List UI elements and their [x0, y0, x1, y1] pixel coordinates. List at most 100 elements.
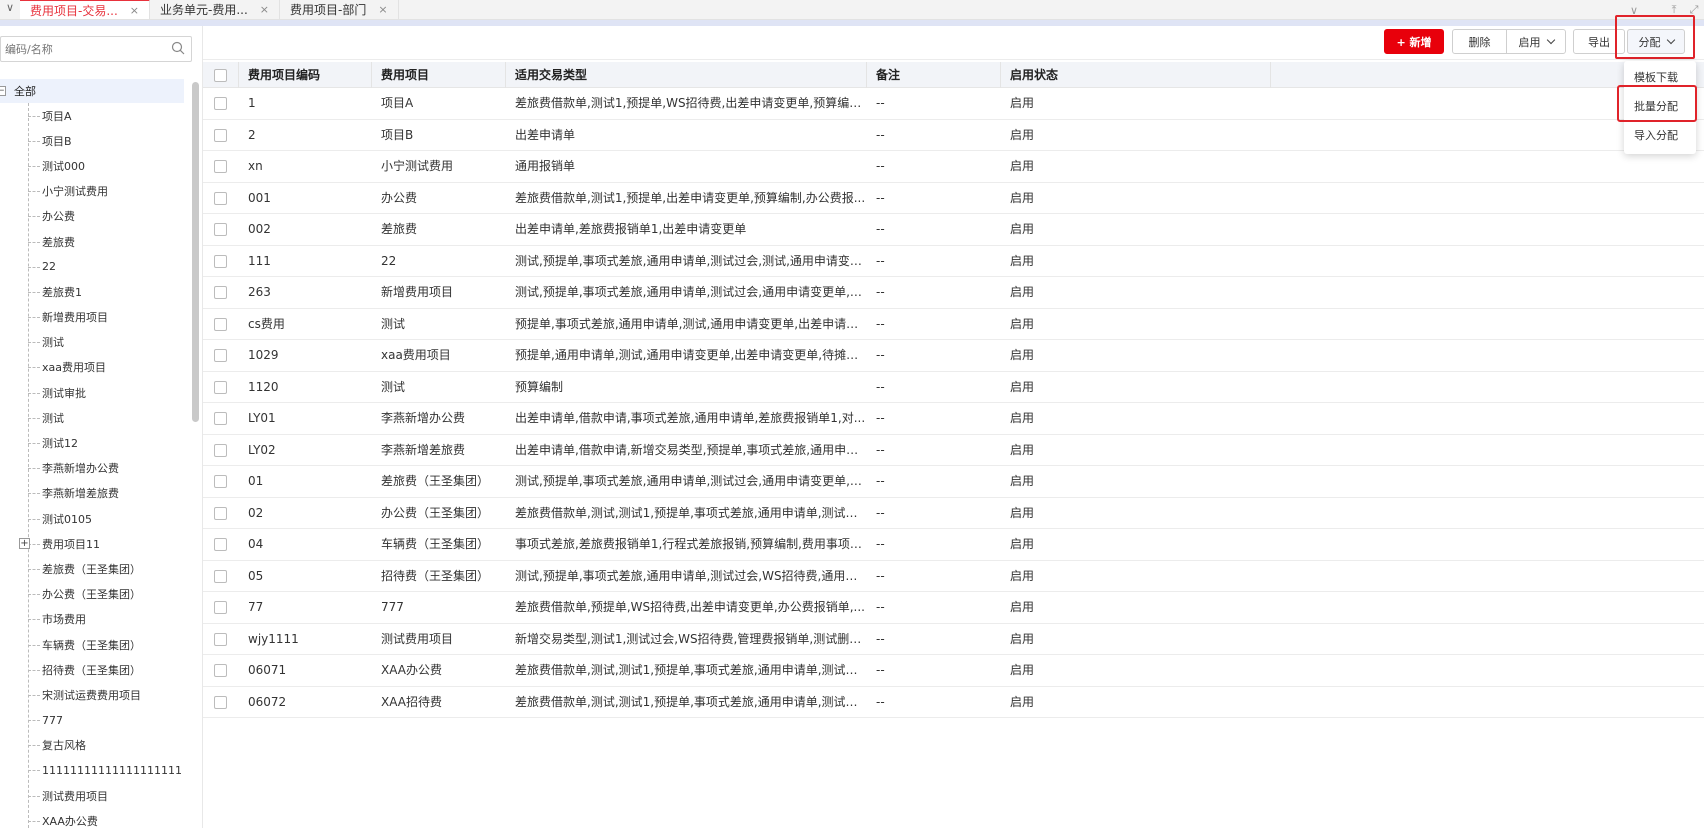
row-checkbox[interactable] — [214, 97, 227, 110]
tree-item[interactable]: 测试 — [0, 405, 184, 430]
tree-item[interactable]: 测试 — [0, 330, 184, 355]
row-checkbox[interactable] — [214, 443, 227, 457]
enable-dropdown-button[interactable]: 启用 — [1506, 29, 1566, 54]
tab-business-unit-expense[interactable]: 业务单元-费用... × — [150, 0, 280, 19]
row-checkbox[interactable] — [214, 380, 227, 394]
tree-item[interactable]: 项目B — [0, 128, 184, 153]
row-checkbox[interactable] — [214, 632, 227, 646]
table-row[interactable]: 1 项目A 差旅费借款单,测试1,预提单,WS招待费,出差申请变更单,预算编制,..… — [203, 88, 1704, 120]
tree-item[interactable]: 差旅费1 — [0, 279, 184, 304]
table-row[interactable]: cs费用 测试 预提单,事项式差旅,通用申请单,测试,通用申请变更单,出差申请变..… — [203, 309, 1704, 340]
row-checkbox[interactable] — [214, 412, 227, 425]
table-row[interactable]: wjy1111 测试费用项目 新增交易类型,测试1,测试过会,WS招待费,管理费报销… — [203, 624, 1704, 655]
row-checkbox[interactable] — [214, 128, 227, 142]
header-code[interactable]: 费用项目编码 — [239, 62, 372, 88]
tree-item[interactable]: 办公费（王圣集团） — [0, 582, 184, 607]
close-icon[interactable]: × — [378, 3, 387, 16]
tree-item[interactable]: 测试000 — [0, 153, 184, 178]
table-row[interactable]: 01 差旅费（王圣集团） 测试,预提单,事项式差旅,通用申请单,测试过会,通用申请变… — [203, 466, 1704, 498]
tree-item[interactable]: 测试0105 — [0, 506, 184, 531]
sidebar-scrollbar[interactable] — [192, 82, 199, 422]
row-checkbox[interactable] — [214, 475, 227, 488]
tree-item[interactable]: + 费用项目11 — [0, 531, 184, 556]
tree-item[interactable]: 李燕新增办公费 — [0, 456, 184, 481]
table-row[interactable]: 001 办公费 差旅费借款单,测试1,预提单,出差申请变更单,预算编制,办公费报..… — [203, 183, 1704, 214]
cell-status: 启用 — [1010, 694, 1035, 709]
tree-item[interactable]: 项目A — [0, 103, 184, 128]
tree-item[interactable]: XAA办公费 — [0, 808, 184, 828]
row-checkbox[interactable] — [214, 317, 227, 331]
tree-item[interactable]: 复古风格 — [0, 733, 184, 758]
table-row[interactable]: xn 小宁测试费用 通用报销单 -- 启用 — [203, 151, 1704, 183]
expand-icon[interactable]: + — [19, 538, 30, 550]
search-icon[interactable] — [171, 41, 185, 55]
select-all-checkbox[interactable] — [214, 69, 227, 82]
table-row[interactable]: 06071 XAA办公费 差旅费借款单,测试,测试1,预提单,事项式差旅,通用申请单… — [203, 655, 1704, 687]
row-checkbox[interactable] — [214, 664, 227, 677]
row-checkbox[interactable] — [214, 191, 227, 205]
row-checkbox[interactable] — [214, 538, 227, 551]
table-row[interactable]: LY02 李燕新增差旅费 出差申请单,借款申请,新增交易类型,预提单,事项式差旅,通… — [203, 435, 1704, 466]
header-item[interactable]: 费用项目 — [372, 62, 506, 88]
tree-item-label: 测试000 — [42, 159, 85, 173]
tree-item[interactable]: 新增费用项目 — [0, 305, 184, 330]
tree-item[interactable]: 小宁测试费用 — [0, 179, 184, 204]
row-select-cell — [203, 435, 239, 466]
table-row[interactable]: LY01 李燕新增办公费 出差申请单,借款申请,事项式差旅,通用申请单,差旅费报销单… — [203, 403, 1704, 435]
tree-item[interactable]: 车辆费（王圣集团） — [0, 632, 184, 657]
header-status[interactable]: 启用状态 — [1001, 62, 1271, 88]
table-row[interactable]: 1029 xaa费用项目 预提单,通用申请单,测试,通用申请变更单,出差申请变更单,… — [203, 340, 1704, 372]
add-button[interactable]: + 新增 — [1384, 29, 1444, 54]
tree-item[interactable]: 办公费 — [0, 204, 184, 229]
table-row[interactable]: 263 新增费用项目 测试,预提单,事项式差旅,通用申请单,测试过会,通用申请变更单… — [203, 277, 1704, 309]
row-checkbox[interactable] — [214, 160, 227, 173]
tree-item[interactable]: 11111111111111111111 — [0, 758, 184, 783]
collapse-icon[interactable]: − — [0, 86, 6, 96]
tree-item[interactable]: 22 — [0, 254, 184, 279]
tree-item[interactable]: 777 — [0, 708, 184, 733]
table-row[interactable]: 77 777 差旅费借款单,预提单,WS招待费,出差申请变更单,办公费报销单,...… — [203, 592, 1704, 624]
row-checkbox[interactable] — [214, 286, 227, 299]
tab-scroll-left-icon[interactable]: ∨ — [0, 0, 20, 19]
row-checkbox[interactable] — [214, 254, 227, 268]
menu-item-import-assign[interactable]: 导入分配 — [1624, 121, 1696, 150]
close-icon[interactable]: × — [130, 4, 139, 17]
tree-item[interactable]: 测试费用项目 — [0, 783, 184, 808]
table-row[interactable]: 02 办公费（王圣集团） 差旅费借款单,测试,测试1,预提单,事项式差旅,通用申请单… — [203, 498, 1704, 529]
tab-expense-item-department[interactable]: 费用项目-部门 × — [280, 0, 399, 19]
header-transaction-types[interactable]: 适用交易类型 — [506, 62, 867, 88]
tab-expense-item-transaction[interactable]: 费用项目-交易... × — [20, 0, 150, 19]
tree-item[interactable]: xaa费用项目 — [0, 355, 184, 380]
tree-item[interactable]: 招待费（王圣集团） — [0, 657, 184, 682]
search-input[interactable] — [1, 37, 161, 61]
table-row[interactable]: 05 招待费（王圣集团） 测试,预提单,事项式差旅,通用申请单,测试过会,WS招待费… — [203, 561, 1704, 592]
tree-item[interactable]: 测试12 — [0, 430, 184, 455]
row-checkbox[interactable] — [214, 695, 227, 709]
tree-item[interactable]: 宋测试运费费用项目 — [0, 682, 184, 707]
row-select-cell — [203, 561, 239, 592]
table-row[interactable]: 002 差旅费 出差申请单,差旅费报销单1,出差申请变更单 -- 启用 — [203, 214, 1704, 246]
tree-item[interactable]: 差旅费 — [0, 229, 184, 254]
tree-item[interactable]: 市场费用 — [0, 607, 184, 632]
table-row[interactable]: 111 22 测试,预提单,事项式差旅,通用申请单,测试过会,测试,通用申请变更..… — [203, 246, 1704, 277]
cell-code: 002 — [248, 222, 271, 236]
close-icon[interactable]: × — [260, 3, 269, 16]
row-checkbox[interactable] — [214, 601, 227, 614]
row-checkbox[interactable] — [214, 569, 227, 583]
cell-code: 1120 — [248, 379, 279, 394]
tree-item[interactable]: 李燕新增差旅费 — [0, 481, 184, 506]
cell-code: 06072 — [248, 694, 287, 709]
row-checkbox[interactable] — [214, 506, 227, 520]
table-row[interactable]: 2 项目B 出差申请单 -- 启用 — [203, 120, 1704, 151]
table-row[interactable]: 06072 XAA招待费 差旅费借款单,测试,测试1,预提单,事项式差旅,通用申请单… — [203, 687, 1704, 718]
tree-item[interactable]: 差旅费（王圣集团） — [0, 556, 184, 581]
tree-item[interactable]: 测试审批 — [0, 380, 184, 405]
tree-item-label: 办公费（王圣集团） — [42, 588, 141, 602]
row-checkbox[interactable] — [214, 349, 227, 362]
table-row[interactable]: 04 车辆费（王圣集团） 事项式差旅,差旅费报销单1,行程式差旅报销,预算编制,费用… — [203, 529, 1704, 561]
delete-button[interactable]: 删除 — [1452, 29, 1507, 54]
table-row[interactable]: 1120 测试 预算编制 -- 启用 — [203, 372, 1704, 403]
tree-root-all[interactable]: − 全部 — [0, 79, 184, 103]
header-remark[interactable]: 备注 — [867, 62, 1001, 88]
row-checkbox[interactable] — [214, 223, 227, 236]
